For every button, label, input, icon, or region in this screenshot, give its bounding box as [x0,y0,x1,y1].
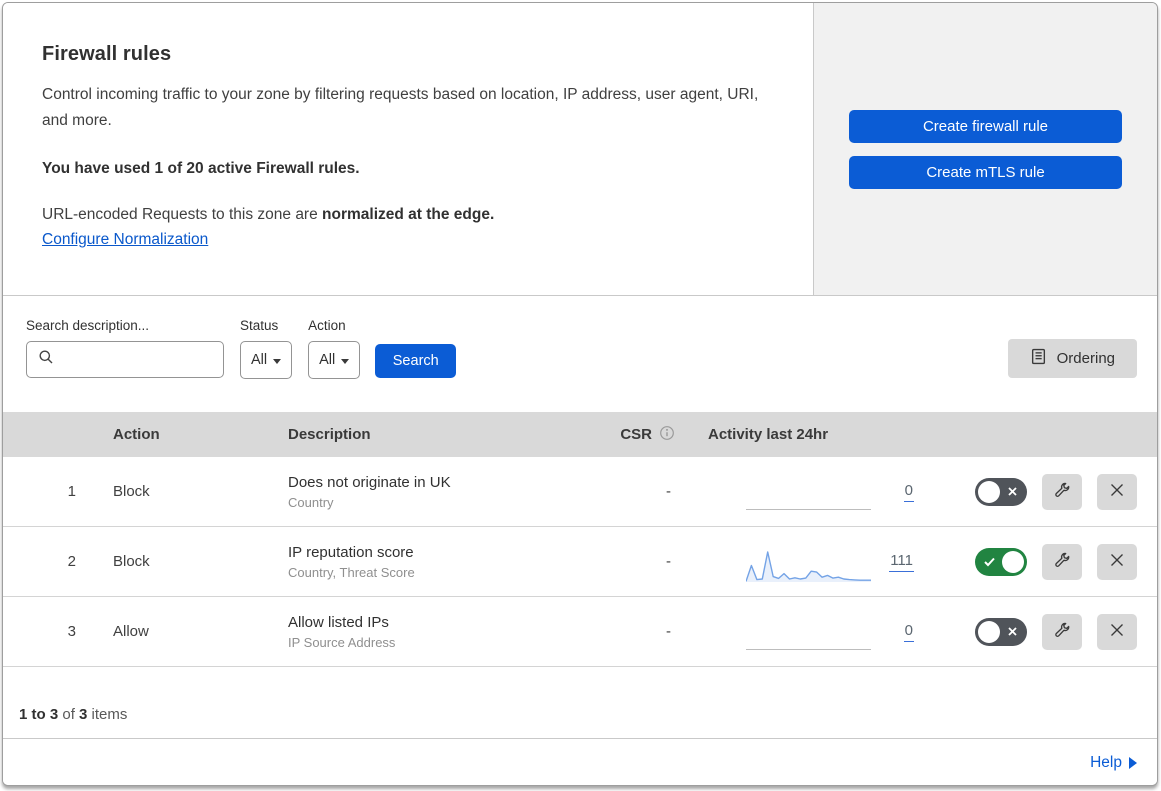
rule-activity-cell: 0 [683,457,938,526]
rule-priority: 1 [67,483,76,500]
status-filter-group: Status All [240,318,293,379]
rule-description-cell: Allow listed IPs IP Source Address [288,597,603,666]
actions-panel: Create firewall rule Create mTLS rule [814,3,1157,295]
action-dropdown[interactable]: All [308,341,361,379]
csr-column-header: CSR [603,412,683,457]
activity-column-header: Activity last 24hr [708,426,829,443]
activity-sparkline-empty [746,479,871,515]
delete-rule-button[interactable] [1097,473,1137,510]
usage-text: You have used 1 of 20 active Firewall ru… [42,160,360,177]
chevron-down-icon [273,358,282,364]
top-section: Firewall rules Control incoming traffic … [3,3,1157,296]
wrench-icon [1054,552,1071,572]
close-icon [1109,482,1125,501]
edit-rule-button[interactable] [1042,473,1082,510]
table-row: 2 Block IP reputation score Country, Thr… [3,527,1157,597]
activity-sparkline-empty [746,619,871,655]
intro-panel: Firewall rules Control incoming traffic … [3,3,814,295]
x-icon [1006,485,1019,503]
action-label: Action [308,318,346,333]
x-icon [1006,625,1019,643]
rule-controls [938,597,1157,666]
create-mtls-rule-button[interactable]: Create mTLS rule [849,155,1122,189]
rule-enabled-toggle[interactable] [975,547,1027,576]
rule-csr-value: - [666,483,671,500]
page-title: Firewall rules [42,43,172,65]
wrench-icon [1054,482,1071,502]
page-description: Control incoming traffic to your zone by… [42,86,759,129]
table-header: Action Description CSR Activity last 24h… [3,412,1157,457]
close-icon [1109,552,1125,571]
close-icon [1109,622,1125,641]
status-label: Status [240,318,279,333]
ordering-list-icon [1030,348,1047,369]
delete-rule-button[interactable] [1097,543,1137,580]
normalization-bold: normalized at the edge. [322,206,495,223]
search-icon [38,349,54,370]
rule-activity-cell: 0 [683,597,938,666]
activity-count-link[interactable]: 0 [903,482,914,502]
toggle-knob [978,620,1000,643]
rule-action: Block [113,483,150,500]
rule-fields: Country, Threat Score [288,564,415,580]
rule-action: Allow [113,623,149,640]
search-group: Search description... [26,318,224,378]
item-range: 1 to 3 [19,706,59,723]
rule-description: Does not originate in UK [288,473,451,491]
description-column-header: Description [288,426,371,443]
rule-enabled-toggle[interactable] [975,477,1027,506]
normalization-text: URL-encoded Requests to this zone are no… [42,206,495,223]
priority-column-header [3,412,113,457]
table-row: 1 Block Does not originate in UK Country… [3,457,1157,527]
rule-priority: 3 [67,623,76,640]
search-label: Search description... [26,318,150,333]
rule-controls [938,457,1157,526]
configure-normalization-link[interactable]: Configure Normalization [42,231,208,248]
rule-description-cell: IP reputation score Country, Threat Scor… [288,527,603,596]
activity-count-link[interactable]: 0 [903,622,914,642]
rule-controls [938,527,1157,596]
rule-fields: Country [288,494,334,510]
arrow-right-icon [1129,757,1137,769]
activity-sparkline [746,549,871,585]
search-input[interactable] [26,341,224,378]
status-dropdown[interactable]: All [240,341,293,379]
rule-description: Allow listed IPs [288,613,389,631]
create-firewall-rule-button[interactable]: Create firewall rule [849,109,1122,143]
info-icon[interactable] [659,425,675,445]
help-link[interactable]: Help [1090,754,1137,772]
rule-csr-value: - [666,553,671,570]
delete-rule-button[interactable] [1097,613,1137,650]
check-icon [983,555,996,573]
rule-csr-value: - [666,623,671,640]
help-bar: Help [3,739,1157,785]
filter-bar: Search description... Status All Action … [3,296,1157,412]
table-row: 3 Allow Allow listed IPs IP Source Addre… [3,597,1157,667]
controls-column-header [938,412,1157,457]
rule-fields: IP Source Address [288,634,396,650]
firewall-rules-card: Firewall rules Control incoming traffic … [2,2,1158,786]
pagination-summary: 1 to 3 of 3 items [3,667,1157,739]
activity-count-link[interactable]: 111 [889,552,914,572]
toggle-knob [1002,550,1024,573]
toggle-knob [978,480,1000,503]
rule-description-cell: Does not originate in UK Country [288,457,603,526]
search-button[interactable]: Search [375,344,457,378]
edit-rule-button[interactable] [1042,543,1082,580]
wrench-icon [1054,622,1071,642]
rule-enabled-toggle[interactable] [975,617,1027,646]
edit-rule-button[interactable] [1042,613,1082,650]
action-column-header: Action [113,426,160,443]
rule-description: IP reputation score [288,543,414,561]
ordering-button[interactable]: Ordering [1007,339,1137,378]
chevron-down-icon [341,358,350,364]
rule-activity-cell: 111 [683,527,938,596]
rule-priority: 2 [67,553,76,570]
action-filter-group: Action All [308,318,361,379]
rule-action: Block [113,553,150,570]
item-total: 3 [79,706,88,723]
